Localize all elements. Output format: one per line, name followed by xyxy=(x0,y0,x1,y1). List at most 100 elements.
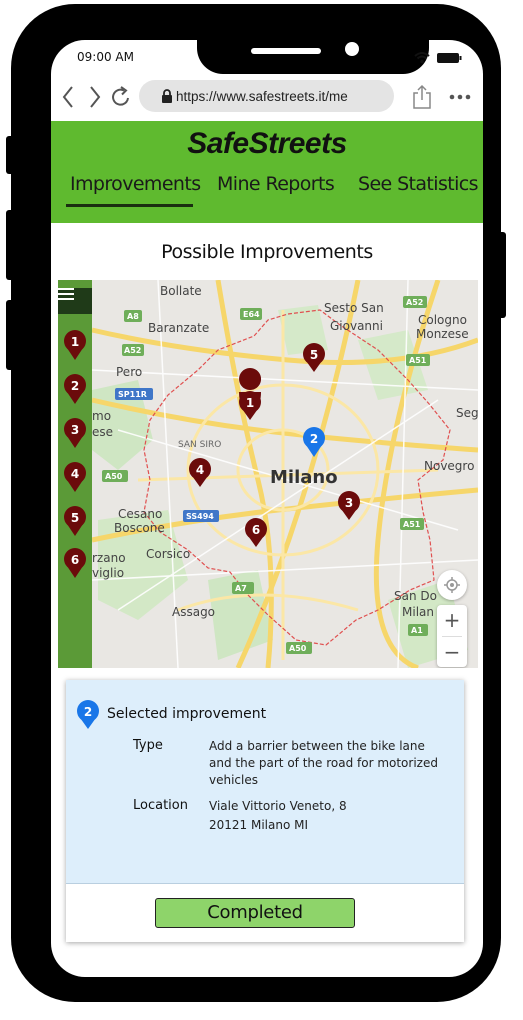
sidebar-pin-4[interactable]: 4 xyxy=(64,462,86,492)
svg-text:Bollate: Bollate xyxy=(160,284,202,298)
share-icon xyxy=(413,84,431,109)
volume-up-button xyxy=(6,210,14,280)
location-line1: Viale Vittorio Veneto, 8 xyxy=(209,799,347,813)
volume-down-button xyxy=(6,300,14,370)
svg-text:rzano: rzano xyxy=(92,551,126,565)
svg-text:Pero: Pero xyxy=(116,365,142,379)
crosshair-icon xyxy=(444,577,460,593)
svg-text:6: 6 xyxy=(71,553,79,567)
speaker xyxy=(251,48,321,54)
sidebar-pin-5[interactable]: 5 xyxy=(64,506,86,536)
type-value: Add a barrier between the bike lane and … xyxy=(209,739,438,787)
completed-button[interactable]: Completed xyxy=(155,898,355,928)
svg-text:A7: A7 xyxy=(235,584,247,593)
zoom-in-button[interactable]: + xyxy=(437,605,467,635)
svg-text:Assago: Assago xyxy=(172,605,215,619)
svg-text:San Do: San Do xyxy=(394,589,437,603)
svg-text:Monzese: Monzese xyxy=(416,327,469,341)
app-header: SafeStreets Improvements Mine Reports Se… xyxy=(51,121,483,223)
map-view[interactable]: A8 E64 A52 A52 A51 SP11R A50 SS494 A51 A… xyxy=(58,280,478,668)
tab-see-statistics[interactable]: See Statistics xyxy=(358,173,479,195)
back-button[interactable] xyxy=(57,80,79,114)
page-title: Possible Improvements xyxy=(161,241,373,263)
svg-text:2: 2 xyxy=(310,432,318,446)
tab-improvements[interactable]: Improvements xyxy=(70,173,201,195)
type-label: Type xyxy=(133,738,163,753)
more-button[interactable] xyxy=(447,80,473,114)
svg-text:Seg: Seg xyxy=(456,406,478,420)
camera xyxy=(345,42,359,56)
svg-text:Baranzate: Baranzate xyxy=(148,321,209,335)
svg-text:A51: A51 xyxy=(409,356,427,365)
share-button[interactable] xyxy=(411,80,433,114)
svg-text:A52: A52 xyxy=(406,298,423,307)
svg-text:5: 5 xyxy=(310,348,318,362)
svg-text:A52: A52 xyxy=(124,346,141,355)
svg-text:1: 1 xyxy=(71,335,79,349)
sidebar-pin-2[interactable]: 2 xyxy=(64,374,86,404)
svg-text:A50: A50 xyxy=(105,472,123,481)
reload-button[interactable] xyxy=(110,80,132,114)
svg-text:3: 3 xyxy=(345,496,353,510)
svg-text:6: 6 xyxy=(252,523,260,537)
lock-icon xyxy=(162,89,172,103)
reload-icon xyxy=(112,86,129,106)
svg-text:2: 2 xyxy=(84,705,92,719)
map-pin-sidebar: 1 2 3 4 5 6 xyxy=(58,280,92,668)
zoom-out-button[interactable]: − xyxy=(437,637,467,667)
svg-text:4: 4 xyxy=(71,467,79,481)
chevron-left-icon xyxy=(62,86,73,108)
sidebar-pin-3[interactable]: 3 xyxy=(64,418,86,448)
status-icons xyxy=(413,50,463,69)
card-title: Selected improvement xyxy=(107,706,267,722)
svg-text:Boscone: Boscone xyxy=(114,521,165,535)
selected-pin-icon: 2 xyxy=(77,700,99,729)
svg-text:Cologno: Cologno xyxy=(418,313,467,327)
hamburger-icon xyxy=(58,288,74,300)
svg-text:Giovanni: Giovanni xyxy=(330,319,383,333)
svg-text:Cesano: Cesano xyxy=(118,507,162,521)
url-bar[interactable]: https://www.safestreets.it/me xyxy=(139,80,394,112)
tab-mine-reports[interactable]: Mine Reports xyxy=(217,173,335,195)
svg-text:4: 4 xyxy=(196,463,204,477)
svg-text:Sesto San: Sesto San xyxy=(324,301,384,315)
road-label: A8 xyxy=(127,312,139,321)
svg-text:Novegro: Novegro xyxy=(424,459,474,473)
wifi-battery-icon xyxy=(414,52,462,64)
svg-text:3: 3 xyxy=(71,423,79,437)
phone-notch xyxy=(197,40,429,74)
svg-text:SAN SIRO: SAN SIRO xyxy=(178,440,221,450)
improvement-details: 2 Selected improvement Type Add a barrie… xyxy=(66,680,464,884)
forward-button[interactable] xyxy=(84,80,106,114)
svg-text:A51: A51 xyxy=(403,520,421,529)
sidebar-pin-6[interactable]: 6 xyxy=(64,548,86,578)
svg-text:E64: E64 xyxy=(243,310,260,319)
url-text: https://www.safestreets.it/me xyxy=(176,88,348,104)
tab-bar: Improvements Mine Reports See Statistics xyxy=(51,173,483,213)
location-label: Location xyxy=(133,798,188,813)
svg-text:A1: A1 xyxy=(411,626,423,635)
mute-switch xyxy=(6,136,14,174)
svg-text:2: 2 xyxy=(71,379,79,393)
map-background: A8 E64 A52 A52 A51 SP11R A50 SS494 A51 A… xyxy=(58,280,478,668)
zoom-controls: + − xyxy=(437,605,467,667)
map-menu-button[interactable] xyxy=(58,288,92,314)
status-time: 09:00 AM xyxy=(77,50,134,64)
svg-text:A50: A50 xyxy=(289,644,307,653)
more-dots-icon xyxy=(449,94,471,100)
svg-text:SP11R: SP11R xyxy=(118,390,147,399)
active-tab-indicator xyxy=(66,204,193,207)
location-line2: 20121 Milano MI xyxy=(209,818,309,832)
svg-text:5: 5 xyxy=(71,511,79,525)
svg-text:Milan: Milan xyxy=(402,605,434,619)
selected-improvement-card: 2 Selected improvement Type Add a barrie… xyxy=(66,680,464,942)
my-location-button[interactable] xyxy=(437,570,467,600)
svg-text:SS494: SS494 xyxy=(186,512,214,521)
phone-screen: 09:00 AM https://www.safestreets.it/me S… xyxy=(51,40,483,977)
sidebar-pin-1[interactable]: 1 xyxy=(64,330,86,360)
city-label: Milano xyxy=(270,467,338,488)
browser-toolbar: https://www.safestreets.it/me xyxy=(51,80,483,116)
power-button xyxy=(498,232,506,318)
chevron-right-icon xyxy=(90,86,101,108)
svg-text:ese: ese xyxy=(92,425,113,439)
